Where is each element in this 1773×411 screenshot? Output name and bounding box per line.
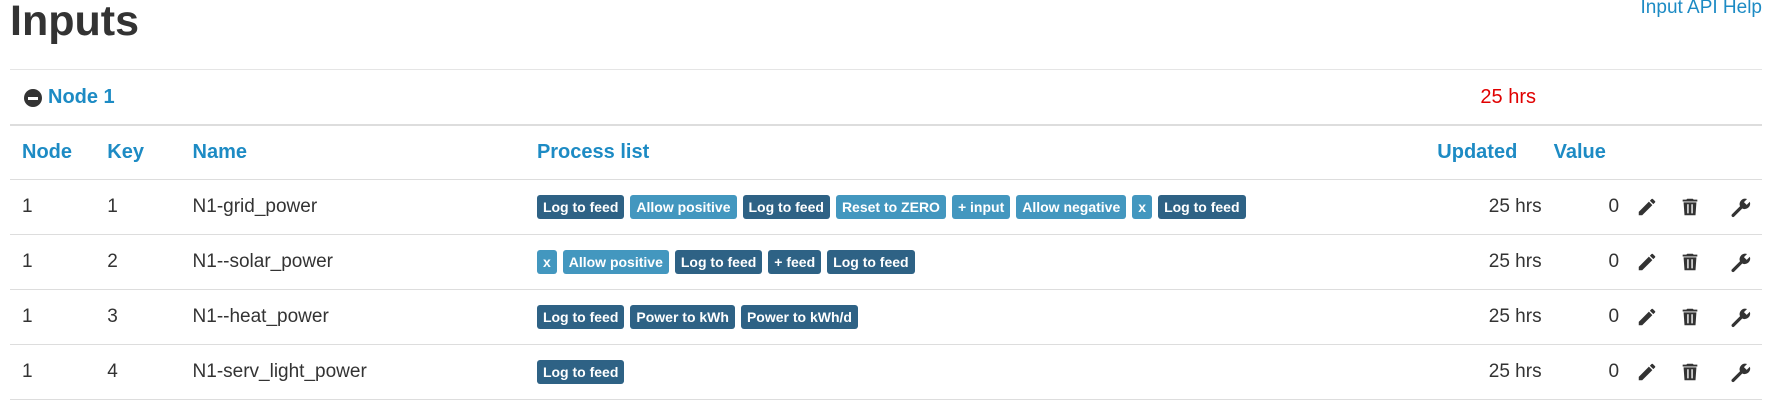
trash-icon[interactable] — [1679, 306, 1701, 328]
cell-process-list: Log to feed Power to kWh Power to kWh/d — [524, 289, 1426, 345]
cell-updated: 25 hrs — [1425, 234, 1542, 290]
table-row: 1 4 N1-serv_light_power Log to feed 25 hrs 0 — [10, 344, 1762, 400]
cell-delete — [1662, 344, 1707, 400]
pencil-icon[interactable] — [1636, 196, 1658, 218]
cell-updated: 25 hrs — [1425, 344, 1542, 400]
table-header-row: Node Key Name Process list Updated Value — [10, 125, 1762, 180]
table-row: 1 2 N1--solar_power x Allow positive Log to f… — [10, 234, 1762, 290]
pencil-icon[interactable] — [1636, 251, 1658, 273]
cell-delete — [1662, 234, 1707, 290]
col-header-delete — [1662, 125, 1706, 180]
col-header-key[interactable]: Key — [95, 125, 180, 180]
cell-value: 0 — [1541, 344, 1620, 400]
cell-node: 1 — [10, 344, 96, 400]
col-header-node[interactable]: Node — [10, 125, 95, 180]
process-badge[interactable]: Log to feed — [536, 305, 625, 329]
process-badge[interactable]: Reset to ZERO — [835, 195, 946, 219]
trash-icon[interactable] — [1679, 361, 1701, 383]
inputs-table: Node Key Name Process list Updated Value… — [10, 125, 1762, 400]
cell-key: 3 — [95, 289, 181, 345]
cell-process-list: x Allow positive Log to feed + feed Log to f… — [524, 234, 1426, 290]
cell-config — [1706, 179, 1762, 235]
wrench-icon[interactable] — [1729, 361, 1751, 383]
process-badge[interactable]: x — [536, 250, 557, 274]
cell-edit — [1619, 179, 1663, 235]
process-badge[interactable]: Log to feed — [536, 360, 625, 384]
col-header-name[interactable]: Name — [181, 125, 525, 180]
cell-delete — [1662, 289, 1707, 345]
wrench-icon[interactable] — [1729, 251, 1751, 273]
cell-process-list: Log to feed — [524, 344, 1426, 400]
cell-node: 1 — [10, 179, 96, 235]
cell-delete — [1662, 179, 1707, 235]
trash-icon[interactable] — [1679, 196, 1701, 218]
process-badge[interactable]: Log to feed — [827, 250, 915, 274]
cell-value: 0 — [1541, 289, 1620, 345]
cell-value: 0 — [1541, 234, 1620, 290]
minus-circle-icon[interactable] — [24, 89, 42, 107]
wrench-icon[interactable] — [1729, 306, 1751, 328]
cell-node: 1 — [10, 289, 96, 345]
pencil-icon[interactable] — [1636, 306, 1658, 328]
cell-key: 4 — [95, 344, 181, 400]
cell-node: 1 — [10, 234, 96, 290]
cell-process-list: Log to feed Allow positive Log to feed Rese… — [524, 179, 1426, 235]
cell-edit — [1619, 344, 1663, 400]
node-group-name[interactable]: Node 1 — [48, 84, 115, 110]
cell-config — [1706, 234, 1762, 290]
process-list: Log to feed Allow positive Log to feed Rese… — [536, 195, 1425, 219]
cell-name: N1-grid_power — [180, 179, 525, 235]
node-group-updated: 25 hrs — [1480, 86, 1536, 108]
table-row: 1 3 N1--heat_power Log to feed Power to kWh P… — [10, 289, 1762, 345]
table-row: 1 1 N1-grid_power Log to feed Allow positive… — [10, 179, 1762, 235]
process-list: Log to feed — [536, 360, 1425, 384]
process-badge[interactable]: Allow positive — [630, 195, 737, 219]
process-badge[interactable]: Log to feed — [674, 250, 763, 274]
cell-key: 2 — [95, 234, 181, 290]
process-badge[interactable]: Power to kWh — [630, 305, 735, 329]
input-api-help-link[interactable]: Input API Help — [1641, 0, 1762, 18]
process-badge[interactable]: Allow negative — [1016, 195, 1127, 219]
col-header-edit — [1619, 125, 1662, 180]
cell-name: N1--solar_power — [180, 234, 525, 290]
col-header-updated[interactable]: Updated — [1425, 125, 1541, 180]
col-header-config — [1707, 125, 1762, 180]
cell-config — [1706, 344, 1762, 400]
cell-edit — [1619, 289, 1663, 345]
page-title: Inputs — [10, 0, 139, 45]
col-header-value[interactable]: Value — [1542, 125, 1620, 180]
process-badge[interactable]: + feed — [768, 250, 822, 274]
cell-config — [1706, 289, 1762, 345]
process-badge[interactable]: x — [1132, 195, 1153, 219]
process-badge[interactable]: Power to kWh/d — [740, 305, 858, 329]
node-group-header: Node 1 25 hrs — [10, 70, 1762, 124]
process-list: x Allow positive Log to feed + feed Log to f… — [536, 250, 1425, 274]
wrench-icon[interactable] — [1729, 196, 1751, 218]
trash-icon[interactable] — [1679, 251, 1701, 273]
cell-name: N1-serv_light_power — [180, 344, 525, 400]
cell-name: N1--heat_power — [180, 289, 525, 345]
process-badge[interactable]: Log to feed — [742, 195, 830, 219]
cell-edit — [1619, 234, 1663, 290]
process-badge[interactable]: Allow positive — [562, 250, 669, 274]
process-list: Log to feed Power to kWh Power to kWh/d — [536, 305, 1425, 329]
process-badge[interactable]: Log to feed — [1158, 195, 1246, 219]
pencil-icon[interactable] — [1636, 361, 1658, 383]
cell-updated: 25 hrs — [1425, 179, 1542, 235]
cell-value: 0 — [1541, 179, 1620, 235]
cell-key: 1 — [95, 179, 181, 235]
process-badge[interactable]: + input — [951, 195, 1011, 219]
col-header-process-list[interactable]: Process list — [525, 125, 1425, 180]
process-badge[interactable]: Log to feed — [536, 195, 625, 219]
cell-updated: 25 hrs — [1425, 289, 1542, 345]
